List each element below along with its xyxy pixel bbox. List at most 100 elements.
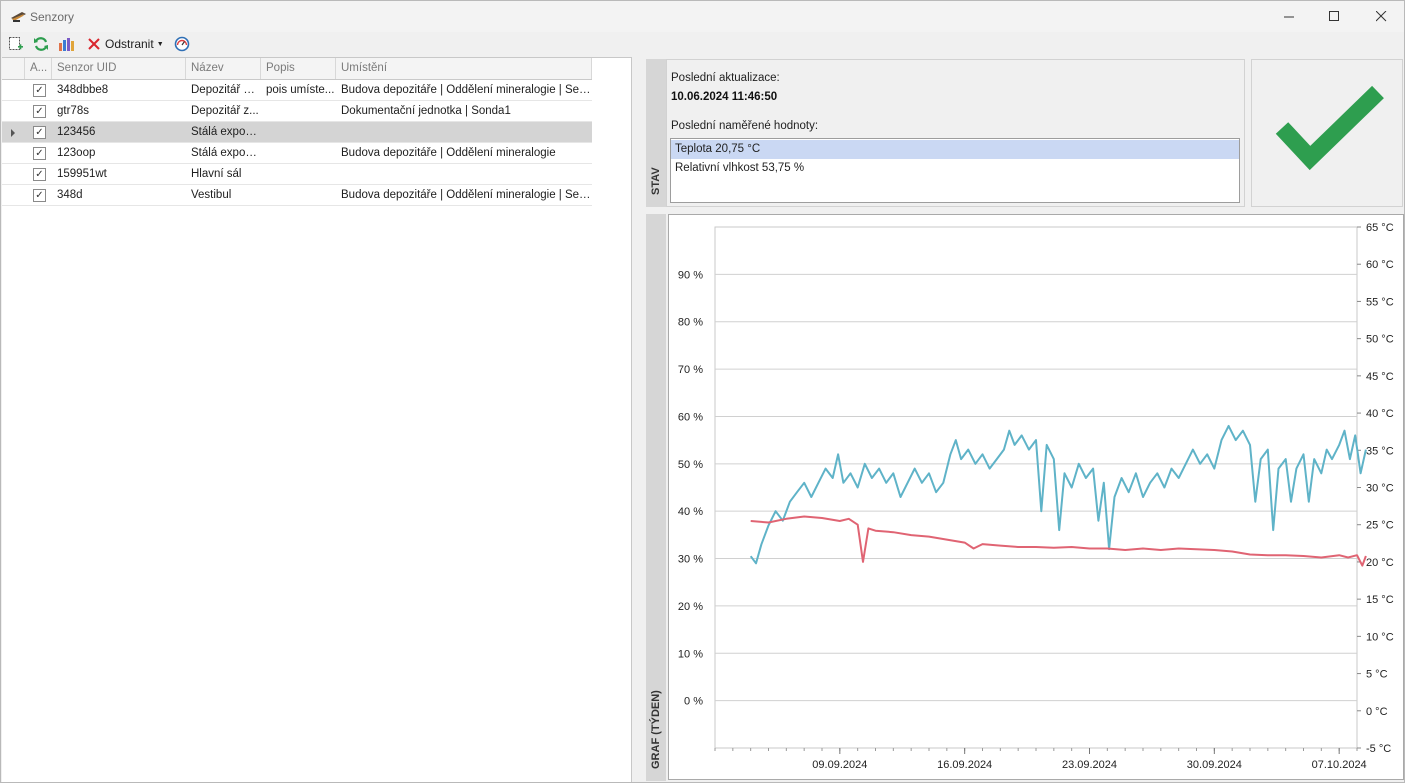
location-cell: Dokumentační jednotka | Sonda1 <box>341 105 511 117</box>
chart-group-label: GRAF (TÝDEN) <box>650 690 662 769</box>
delete-button[interactable]: Odstranit ▼ <box>87 35 167 53</box>
active-checkbox[interactable]: ✓ <box>33 126 46 139</box>
plot-area <box>714 226 1358 749</box>
x-tick-label: 30.09.2024 <box>1187 759 1242 771</box>
bar-chart-icon <box>59 38 74 51</box>
y-right-tick-label: 5 °C <box>1366 669 1388 681</box>
table-row[interactable]: ✓ 123oop Stálá expozi... Budova depozitá… <box>2 143 592 164</box>
table-row[interactable]: ✓ 348dbbe8 Depozitář 2 ... pois umíste..… <box>2 80 592 101</box>
table-row[interactable]: ✓ gtr78s Depozitář z... Dokumentační jed… <box>2 101 592 122</box>
y-left-tick-label: 20 % <box>678 601 703 613</box>
maximize-icon <box>1328 11 1339 21</box>
y-left-tick-label: 90 % <box>678 269 703 281</box>
y-right-tick-label: -5 °C <box>1366 743 1391 755</box>
status-group-label: STAV <box>650 167 662 195</box>
name-cell: Depozitář z... <box>191 105 259 117</box>
sensor-app-icon <box>11 12 26 22</box>
app-window: Senzory Odstranit ▼ A... Senzor UID Náze… <box>0 0 1405 783</box>
sensor-grid: A... Senzor UID Název Popis Umístění ✓ 3… <box>2 57 632 782</box>
delete-label: Odstranit <box>105 37 154 51</box>
refresh-button[interactable] <box>33 35 49 53</box>
y-left-tick-label: 50 % <box>678 459 703 471</box>
location-cell: Budova depozitáře | Oddělení mineralogie <box>341 147 556 159</box>
new-sensor-button[interactable] <box>8 35 24 53</box>
active-checkbox[interactable]: ✓ <box>33 168 46 181</box>
uid-cell: 123oop <box>57 147 96 159</box>
name-cell: Vestibul <box>191 189 232 201</box>
uid-cell: 348dbbe8 <box>57 84 109 96</box>
chevron-down-icon: ▼ <box>156 40 164 48</box>
uid-cell: 348d <box>57 189 83 201</box>
y-right-tick-label: 50 °C <box>1366 334 1394 346</box>
line-chart: 0 % 10 % 20 % 30 % 40 % 50 % 60 % 70 % 80 % 90 % -… <box>678 222 1394 771</box>
y-right-tick-label: 10 °C <box>1366 631 1394 643</box>
location-cell <box>336 164 592 185</box>
y-left-tick-label: 10 % <box>678 648 703 660</box>
minimize-icon <box>1283 16 1294 18</box>
header-location[interactable]: Umístění <box>336 58 592 79</box>
new-document-icon <box>9 37 23 50</box>
description-cell <box>261 101 336 122</box>
x-tick-label: 07.10.2024 <box>1312 759 1367 771</box>
grid-header: A... Senzor UID Název Popis Umístění <box>2 58 592 80</box>
location-cell: Budova depozitáře | Oddělení mineralogie… <box>341 189 592 201</box>
table-row[interactable]: ✓ 348d Vestibul Budova depozitáře | Oddě… <box>2 185 592 206</box>
header-active[interactable]: A... <box>25 58 52 79</box>
gauge-button[interactable] <box>174 35 191 53</box>
y-left-tick-label: 0 % <box>684 696 703 708</box>
header-name[interactable]: Název <box>186 58 261 79</box>
y-left-tick-label: 80 % <box>678 317 703 329</box>
last-values-label: Poslední naměřené hodnoty: <box>671 120 819 132</box>
location-cell: Budova depozitáře | Oddělení mineralogie… <box>341 84 592 96</box>
y-right-tick-label: 30 °C <box>1366 483 1394 495</box>
window-title: Senzory <box>30 10 75 24</box>
last-values-list[interactable]: Teplota 20,75 °C Relativní vlhkost 53,75… <box>670 138 1240 203</box>
table-row-selected[interactable]: ✓ 123456 Stálá expozi... <box>2 122 592 143</box>
status-indicator <box>1251 59 1403 207</box>
description-cell <box>261 164 336 185</box>
header-uid[interactable]: Senzor UID <box>52 58 186 79</box>
name-cell: Stálá expozi... <box>191 147 261 159</box>
y-right-tick-label: 25 °C <box>1366 520 1394 532</box>
active-checkbox[interactable]: ✓ <box>33 189 46 202</box>
toolbar: Odstranit ▼ <box>1 32 1404 56</box>
chart-group-strip: GRAF (TÝDEN) <box>646 214 666 781</box>
minimize-button[interactable] <box>1266 1 1312 32</box>
table-row[interactable]: ✓ 159951wt Hlavní sál <box>2 164 592 185</box>
last-update-label: Poslední aktualizace: <box>671 72 780 84</box>
header-indicator <box>2 58 25 79</box>
last-update-value: 10.06.2024 11:46:50 <box>671 91 778 103</box>
current-row-indicator-icon <box>11 129 15 137</box>
active-checkbox[interactable]: ✓ <box>33 105 46 118</box>
active-checkbox[interactable]: ✓ <box>33 147 46 160</box>
list-item[interactable]: Relativní vlhkost 53,75 % <box>671 159 1239 178</box>
name-cell: Stálá expozi... <box>191 126 261 138</box>
close-icon <box>1375 11 1386 22</box>
uid-cell: 159951wt <box>57 168 107 180</box>
chart-button[interactable] <box>58 35 76 53</box>
description-cell <box>261 122 336 143</box>
y-right-tick-label: 60 °C <box>1366 259 1394 271</box>
checkmark-icon <box>1275 85 1384 171</box>
close-button[interactable] <box>1358 1 1404 32</box>
y-left-tick-label: 70 % <box>678 364 703 376</box>
y-left-tick-label: 40 % <box>678 506 703 518</box>
list-item[interactable]: Teplota 20,75 °C <box>671 140 1239 159</box>
y-right-tick-label: 20 °C <box>1366 557 1394 569</box>
description-cell <box>261 143 336 164</box>
delete-x-icon <box>88 38 100 50</box>
y-right-tick-label: 40 °C <box>1366 408 1394 420</box>
active-checkbox[interactable]: ✓ <box>33 84 46 97</box>
name-cell: Hlavní sál <box>191 168 242 180</box>
y-right-tick-label: 0 °C <box>1366 706 1388 718</box>
uid-cell: 123456 <box>57 126 96 138</box>
y-right-tick-label: 35 °C <box>1366 445 1394 457</box>
title-bar: Senzory <box>1 1 1404 32</box>
name-cell: Depozitář 2 ... <box>191 84 261 96</box>
y-left-tick-label: 30 % <box>678 554 703 566</box>
maximize-button[interactable] <box>1311 1 1357 32</box>
status-group-strip: STAV <box>646 59 666 207</box>
y-right-tick-label: 15 °C <box>1366 594 1394 606</box>
header-description[interactable]: Popis <box>261 58 336 79</box>
x-tick-label: 16.09.2024 <box>937 759 992 771</box>
